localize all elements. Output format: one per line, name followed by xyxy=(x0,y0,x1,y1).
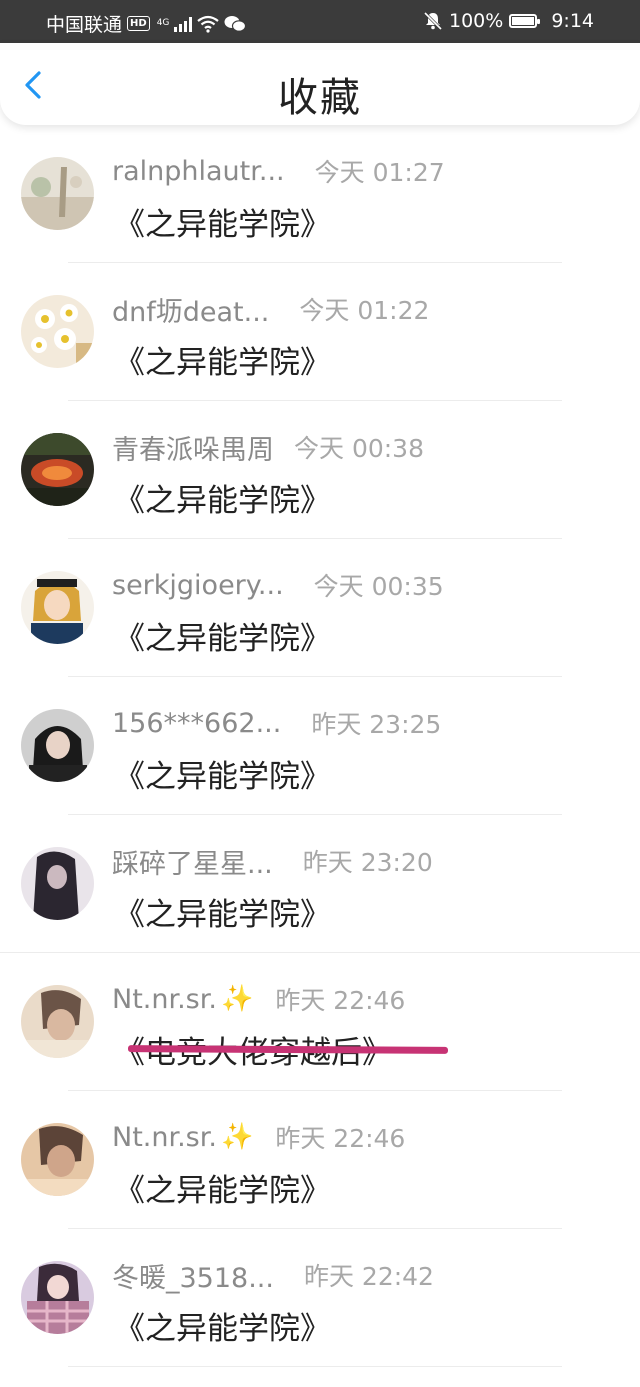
favorites-list: ralnphlautr... 今天 01:27 《之异能学院》 dnf坜deat… xyxy=(0,125,640,1367)
list-item[interactable]: ralnphlautr... 今天 01:27 《之异能学院》 xyxy=(0,125,640,263)
avatar[interactable] xyxy=(21,847,94,920)
item-meta: dnf坜deat... 今天 01:22 xyxy=(112,290,430,329)
book-title[interactable]: 《之异能学院》 xyxy=(114,751,331,796)
avatar[interactable] xyxy=(21,295,94,368)
book-title[interactable]: 《之异能学院》 xyxy=(114,337,331,382)
user-name[interactable]: 踩碎了星星... xyxy=(112,842,273,881)
timestamp: 今天 01:22 xyxy=(299,296,430,325)
item-meta: ralnphlautr... 今天 01:27 xyxy=(112,154,445,188)
user-name[interactable]: 青春派哚禺周 xyxy=(112,428,274,467)
item-meta: 踩碎了星星... 昨天 23:20 xyxy=(112,842,433,881)
item-meta: Nt.nr.sr. ✨ 昨天 22:46 xyxy=(112,982,405,1016)
sparkle-icon: ✨ xyxy=(220,1122,254,1152)
avatar[interactable] xyxy=(21,709,94,782)
header-bar: 收藏 xyxy=(0,43,640,125)
carrier-label: 中国联通 xyxy=(46,14,123,36)
timestamp: 昨天 23:20 xyxy=(302,848,433,877)
avatar[interactable] xyxy=(21,433,94,506)
book-title[interactable]: 《之异能学院》 xyxy=(114,1303,331,1348)
item-meta: serkjgioery... 今天 00:35 xyxy=(112,568,444,602)
timestamp: 昨天 22:46 xyxy=(275,986,406,1015)
page-title: 收藏 xyxy=(278,75,362,121)
user-name[interactable]: Nt.nr.sr. xyxy=(112,1122,217,1153)
wifi-icon xyxy=(197,15,220,33)
wechat-icon xyxy=(224,15,247,32)
battery-icon xyxy=(509,14,541,28)
timestamp: 今天 00:38 xyxy=(294,434,424,463)
book-title[interactable]: 《之异能学院》 xyxy=(114,1165,331,1210)
book-title[interactable]: 《之异能学院》 xyxy=(114,613,331,658)
item-meta: 156***662... 昨天 23:25 xyxy=(112,706,441,740)
status-bar: 中国联通 HD 4G 100% 9:14 xyxy=(0,0,640,43)
item-meta: 青春派哚禺周 今天 00:38 xyxy=(112,428,424,467)
divider xyxy=(68,1366,562,1367)
item-meta: Nt.nr.sr. ✨ 昨天 22:46 xyxy=(112,1120,405,1154)
timestamp: 昨天 22:46 xyxy=(275,1124,406,1153)
avatar[interactable] xyxy=(21,571,94,644)
list-item[interactable]: 青春派哚禺周 今天 00:38 《之异能学院》 xyxy=(0,401,640,539)
book-title[interactable]: 《之异能学院》 xyxy=(114,889,331,934)
avatar[interactable] xyxy=(21,157,94,230)
timestamp: 昨天 23:25 xyxy=(311,710,442,739)
user-name[interactable]: ralnphlautr... xyxy=(112,156,285,187)
user-name[interactable]: 冬暖_3518... xyxy=(112,1256,274,1295)
book-title[interactable]: 《之异能学院》 xyxy=(114,199,331,244)
status-right: 100% 9:14 xyxy=(423,10,594,32)
timestamp: 今天 00:35 xyxy=(313,572,444,601)
clock: 9:14 xyxy=(551,10,594,32)
user-name[interactable]: serkjgioery... xyxy=(112,570,284,601)
network-label: 4G xyxy=(156,18,170,28)
book-title[interactable]: 《之异能学院》 xyxy=(114,475,331,520)
user-name[interactable]: Nt.nr.sr. xyxy=(112,984,217,1015)
network-type: 4G xyxy=(157,19,170,28)
list-item[interactable]: serkjgioery... 今天 00:35 《之异能学院》 xyxy=(0,539,640,677)
mute-bell-icon xyxy=(423,11,443,31)
sparkle-icon: ✨ xyxy=(220,984,254,1014)
list-item[interactable]: 踩碎了星星... 昨天 23:20 《之异能学院》 xyxy=(0,815,640,953)
signal-icon xyxy=(174,16,193,32)
list-item[interactable]: dnf坜deat... 今天 01:22 《之异能学院》 xyxy=(0,263,640,401)
list-item[interactable]: 156***662... 昨天 23:25 《之异能学院》 xyxy=(0,677,640,815)
status-left: 中国联通 HD 4G xyxy=(46,10,247,37)
list-item[interactable]: Nt.nr.sr. ✨ 昨天 22:46 《电竞大佬穿越后》 xyxy=(0,953,640,1091)
timestamp: 今天 01:27 xyxy=(314,158,445,187)
avatar[interactable] xyxy=(21,1123,94,1196)
avatar[interactable] xyxy=(21,985,94,1058)
hd-badge: HD xyxy=(127,16,150,31)
timestamp: 昨天 22:42 xyxy=(303,1262,434,1291)
avatar[interactable] xyxy=(21,1261,94,1334)
item-meta: 冬暖_3518... 昨天 22:42 xyxy=(112,1256,434,1295)
list-item[interactable]: 冬暖_3518... 昨天 22:42 《之异能学院》 xyxy=(0,1229,640,1367)
list-item[interactable]: Nt.nr.sr. ✨ 昨天 22:46 《之异能学院》 xyxy=(0,1091,640,1229)
battery-percent: 100% xyxy=(449,10,504,32)
user-name[interactable]: 156***662... xyxy=(112,708,281,739)
user-name[interactable]: dnf坜deat... xyxy=(112,290,269,329)
